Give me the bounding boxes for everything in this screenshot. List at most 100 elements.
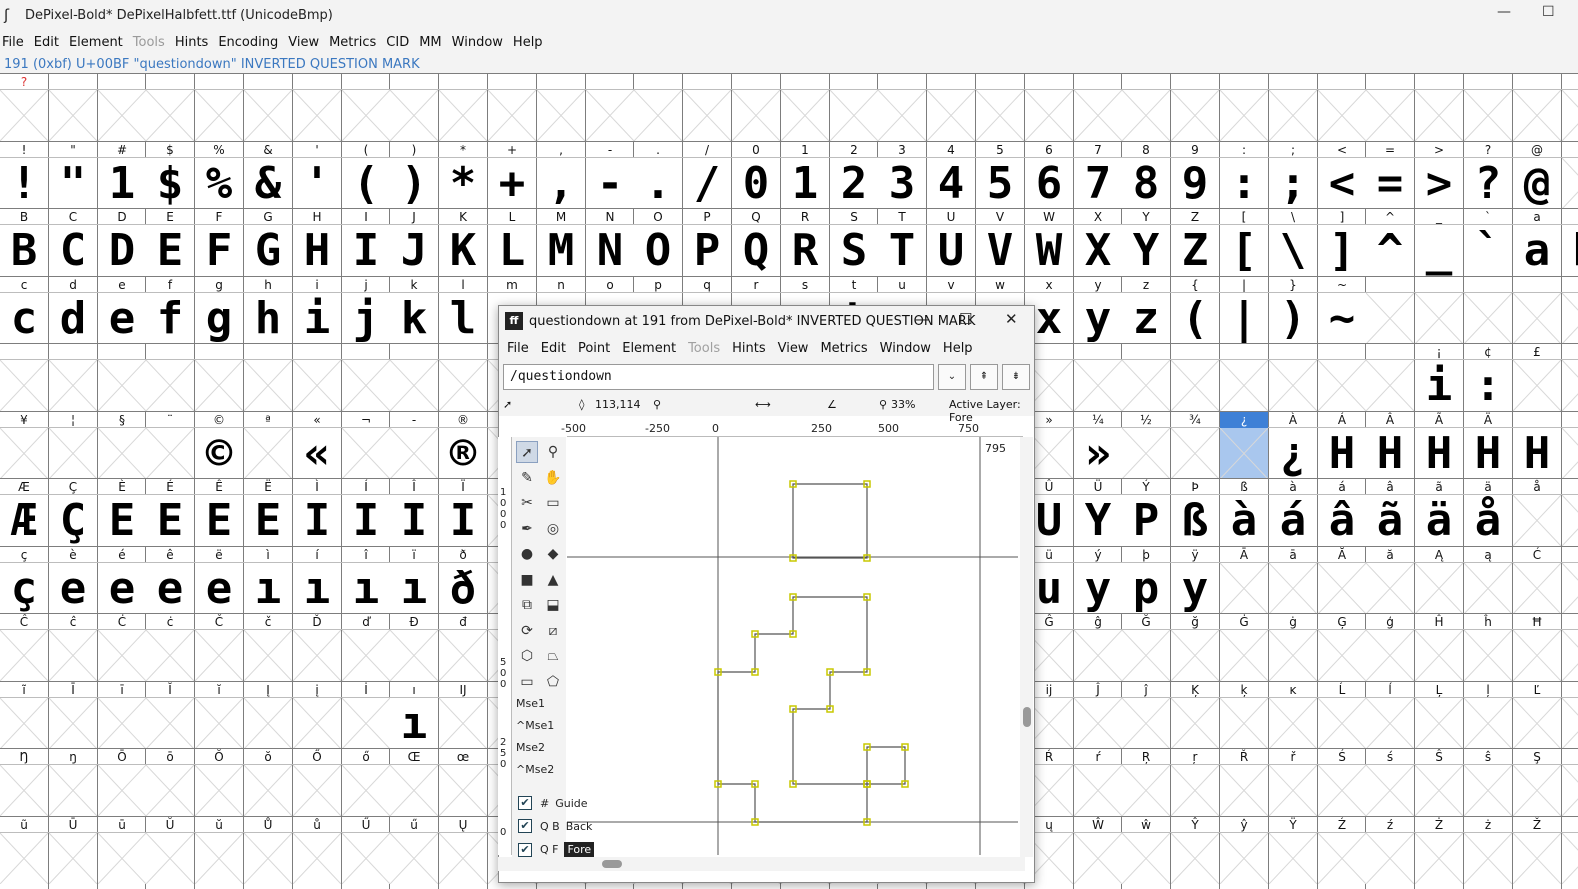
glyph-cell-label[interactable] xyxy=(1415,277,1463,293)
glyph-cell-label[interactable] xyxy=(634,74,682,90)
glyph-cell[interactable] xyxy=(97,89,147,142)
glyph-cell[interactable] xyxy=(1365,359,1415,412)
glyph-cell[interactable] xyxy=(1561,629,1578,682)
glyph-cell[interactable] xyxy=(1219,562,1269,615)
glyph-cell[interactable] xyxy=(1317,562,1367,615)
glyph-cell[interactable] xyxy=(1073,629,1123,682)
glyph-cell-label[interactable]: ď xyxy=(342,614,390,630)
glyph-cell-label[interactable]: Ŭ xyxy=(146,817,194,833)
glyph-cell-label[interactable]: P xyxy=(683,209,731,225)
glyph-cell[interactable]: ã xyxy=(1366,495,1414,546)
glyph-cell[interactable]: G xyxy=(244,225,292,276)
glyph-cell-label[interactable]: e xyxy=(98,277,146,293)
glyph-cell-label[interactable]: ĝ xyxy=(1074,614,1122,630)
glyph-cell[interactable] xyxy=(341,427,391,480)
glyph-cell[interactable]: 4 xyxy=(927,158,975,209)
glyph-cell-label[interactable]: q xyxy=(683,277,731,293)
glyph-cell-label[interactable]: Ħ xyxy=(1513,614,1561,630)
glyph-cell[interactable] xyxy=(1121,427,1171,480)
glyph-cell-label[interactable] xyxy=(927,74,975,90)
glyph-cell[interactable]: â xyxy=(1318,495,1366,546)
glyph-cell[interactable] xyxy=(1561,562,1578,615)
glyph-cell[interactable]: k xyxy=(390,293,438,344)
layer-name[interactable]: Guide xyxy=(555,797,587,810)
glyph-cell[interactable]: y xyxy=(1171,563,1219,614)
menu-mm[interactable]: MM xyxy=(417,35,447,50)
glyph-cell[interactable] xyxy=(389,427,439,480)
glyph-cell[interactable] xyxy=(438,697,488,750)
glyph-cell[interactable]: P xyxy=(1122,495,1170,546)
pen-tool-icon[interactable]: ✒ xyxy=(516,518,538,540)
glyph-cell-label[interactable]: s xyxy=(781,277,829,293)
layer-visible-checkbox[interactable]: ✔ xyxy=(518,842,532,857)
glyph-cell-label[interactable] xyxy=(1562,209,1578,225)
glyph-cell-label[interactable]: Ū xyxy=(49,817,97,833)
glyph-cell[interactable] xyxy=(1561,764,1578,817)
menu-edit[interactable]: Edit xyxy=(32,35,65,50)
glyph-cell-label[interactable]: ð xyxy=(439,547,487,563)
glyph-cell-label[interactable]: ŕ xyxy=(1074,749,1122,765)
glyph-cell[interactable]: U xyxy=(927,225,975,276)
glyph-cell-label[interactable]: ¬ xyxy=(342,412,390,428)
glyph-cell-label[interactable]: œ xyxy=(439,749,487,765)
glyph-cell[interactable] xyxy=(145,359,195,412)
glyph-cell[interactable] xyxy=(1170,89,1220,142)
glyph-cell[interactable] xyxy=(48,89,98,142)
glyph-cell[interactable] xyxy=(97,427,147,480)
glyph-cell-label[interactable] xyxy=(1318,74,1366,90)
glyph-cell[interactable] xyxy=(1073,832,1123,885)
glyph-cell-label[interactable]: ĥ xyxy=(1464,614,1512,630)
glyph-cell[interactable] xyxy=(194,89,244,142)
glyph-cell[interactable] xyxy=(341,629,391,682)
glyph-cell-label[interactable]: ĭ xyxy=(195,682,243,698)
glyph-cell-label[interactable] xyxy=(1074,74,1122,90)
glyph-cell-label[interactable]: a xyxy=(1513,209,1561,225)
glyph-cell-label[interactable]: Ý xyxy=(1122,479,1170,495)
glyph-cell-label[interactable]: Ā xyxy=(1220,547,1268,563)
glyph-cell-label[interactable]: w xyxy=(976,277,1024,293)
glyph-cell-label[interactable]: ķ xyxy=(1220,682,1268,698)
glyph-cell[interactable]: N xyxy=(586,225,634,276)
glyph-cell[interactable]: I xyxy=(342,225,390,276)
glyph-cell-label[interactable] xyxy=(1513,412,1561,428)
glyph-cell-label[interactable]: ĸ xyxy=(1269,682,1317,698)
glyph-cell-label[interactable]: Ķ xyxy=(1171,682,1219,698)
glyph-cell[interactable]: e xyxy=(49,563,97,614)
glyph-cell[interactable] xyxy=(292,832,342,885)
glyph-cell-label[interactable]: ŏ xyxy=(244,749,292,765)
glyph-cell[interactable]: 1 xyxy=(781,158,829,209)
glyph-cell-label[interactable]: * xyxy=(439,142,487,158)
glyph-cell[interactable] xyxy=(1463,764,1513,817)
glyph-cell[interactable]: « xyxy=(293,428,341,479)
glyph-cell[interactable]: i xyxy=(1415,360,1463,411)
glyph-cell-label[interactable]: ś xyxy=(1366,749,1414,765)
glyph-cell[interactable] xyxy=(97,832,147,885)
glyph-cell[interactable]: @ xyxy=(1513,158,1561,209)
glyph-cell[interactable] xyxy=(1073,764,1123,817)
pencil-tool-icon[interactable]: ✎ xyxy=(516,467,538,489)
glyph-cell[interactable] xyxy=(243,697,293,750)
glyph-cell-label[interactable]: ŋ xyxy=(49,749,97,765)
glyph-cell[interactable]: H xyxy=(1464,428,1512,479)
glyph-cell[interactable]: ı xyxy=(390,563,438,614)
glyph-cell-label[interactable]: ? xyxy=(1464,142,1512,158)
glyph-menu-tools[interactable]: Tools xyxy=(684,341,724,356)
glyph-cell-label[interactable]: Ĥ xyxy=(1415,614,1463,630)
minimize-icon[interactable]: — xyxy=(1497,4,1511,20)
glyph-cell-label[interactable] xyxy=(830,74,878,90)
glyph-cell-label[interactable]: C xyxy=(49,209,97,225)
glyph-cell-label[interactable]: Ġ xyxy=(1220,614,1268,630)
glyph-cell[interactable] xyxy=(1561,292,1578,345)
rectangle-tool-icon[interactable]: ▭ xyxy=(516,671,538,693)
glyph-cell-label[interactable] xyxy=(1562,479,1578,495)
glyph-cell[interactable] xyxy=(975,89,1025,142)
glyph-cell[interactable]: < xyxy=(1318,158,1366,209)
glyph-cell[interactable]: p xyxy=(1122,563,1170,614)
hscroll-thumb[interactable] xyxy=(602,860,622,868)
glyph-cell[interactable] xyxy=(48,764,98,817)
glyph-cell-label[interactable]: I xyxy=(342,209,390,225)
glyph-cell[interactable] xyxy=(438,764,488,817)
glyph-cell-label[interactable]: 4 xyxy=(927,142,975,158)
glyph-cell-label[interactable]: Ļ xyxy=(1415,682,1463,698)
glyph-cell-label[interactable]: S xyxy=(830,209,878,225)
